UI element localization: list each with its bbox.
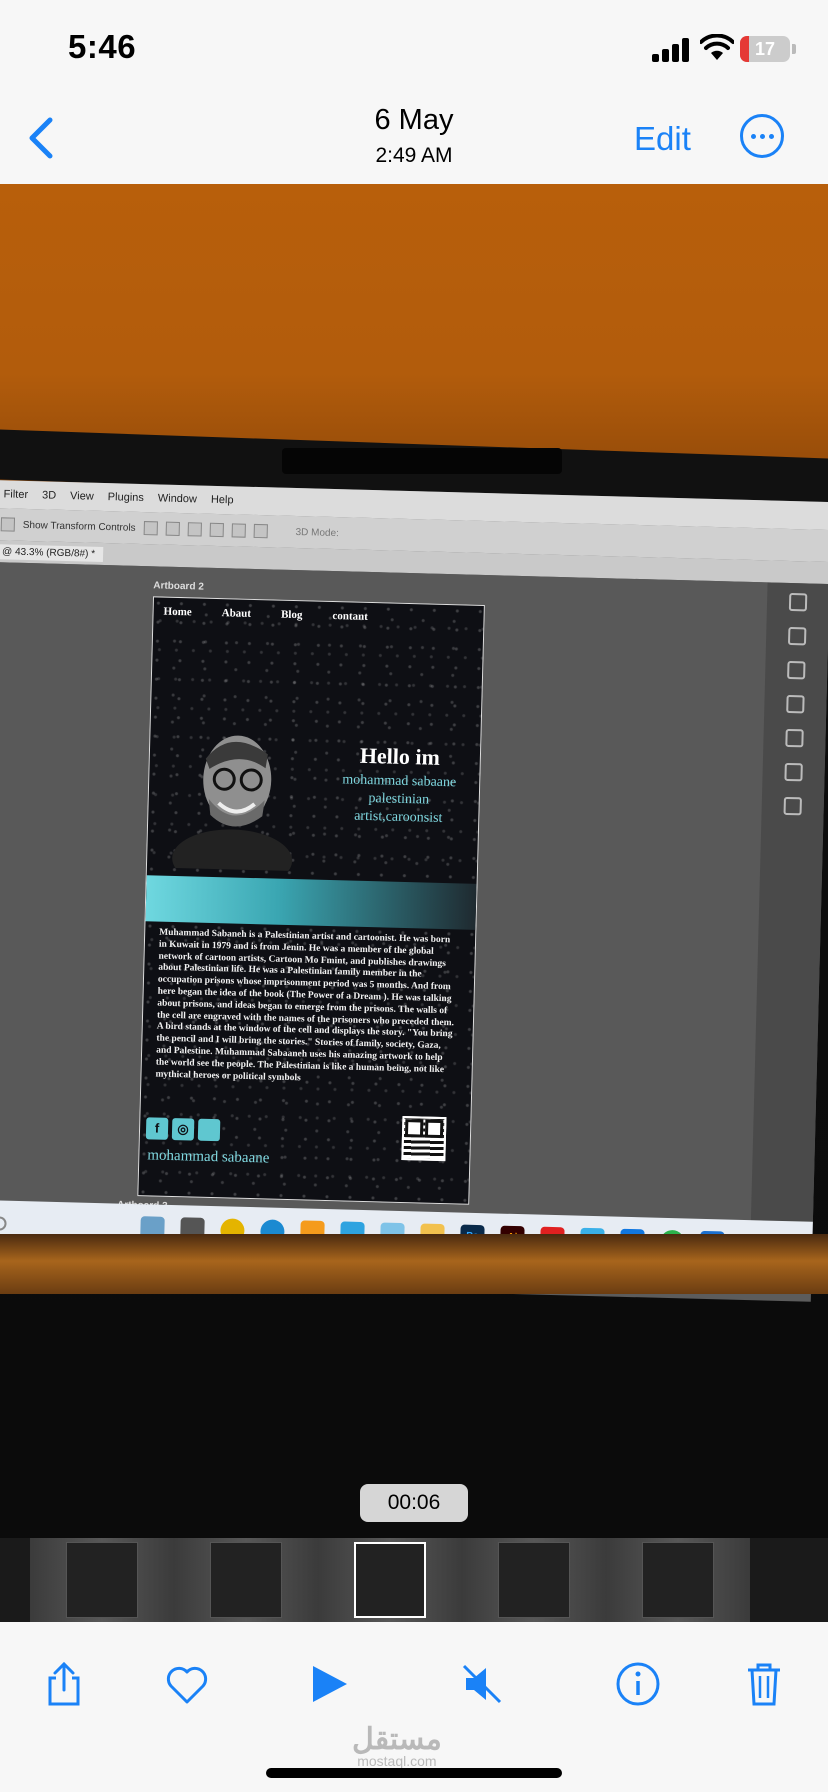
design-nav-about: Abaut [221,607,252,620]
photo-time: 2:49 AM [375,144,453,167]
design-nav-blog: Blog [280,608,303,622]
home-indicator [266,1768,562,1778]
scrubber-frame[interactable] [462,1538,606,1622]
share-icon[interactable] [40,1660,88,1708]
align-icon [187,522,202,537]
delete-icon[interactable] [740,1660,788,1708]
hero-profession: artist,caroonsist [353,808,443,826]
watermark: مستقل mostaql.com [352,1722,442,1769]
menu-item: Filter [3,488,29,501]
design-nav: Home Abaut Blog contant [163,606,368,623]
bottom-toolbar: مستقل mostaql.com [0,1622,828,1792]
instagram-icon: ◎ [171,1117,195,1141]
scrubber-frame[interactable] [174,1538,318,1622]
menu-item: Help [210,493,234,507]
cellular-signal-icon [652,38,690,62]
teal-divider [145,875,477,930]
transform-controls-label: Show Transform Controls [22,519,136,534]
twitter-icon [197,1118,221,1142]
scrubber-frame[interactable] [606,1538,750,1622]
battery-percentage: 17 [754,39,776,59]
align-icon [143,521,158,536]
battery-cap [792,44,796,54]
distribute-icon [231,523,246,538]
distribute-icon [209,522,224,538]
social-links: f ◎ [145,1117,221,1142]
comment-icon [787,626,807,646]
qr-code [401,1116,447,1162]
align-icon [165,521,180,536]
scrubber-frame-current[interactable] [318,1538,462,1622]
panel-icon [788,592,808,612]
artist-portrait [172,735,293,872]
menu-item: Plugins [107,491,144,505]
menu-item: View [69,490,94,503]
distribute-icon [253,523,268,539]
hero-nationality: palestinian [368,791,430,808]
artist-bio: Muhammad Sabaneh is a Palestinian artist… [155,927,455,1083]
play-icon[interactable] [305,1660,353,1708]
info-panel-icon [786,694,805,714]
menu-item: Window [157,492,198,506]
mute-icon[interactable] [458,1660,506,1708]
status-bar: 5:46 17 [0,0,828,96]
monitor-screen: Filter 3D View Plugins Window Help Show … [0,480,828,1302]
edit-button[interactable]: Edit [634,120,691,158]
video-scrubber[interactable] [0,1538,828,1622]
wifi-icon [700,34,734,60]
design-nav-home: Home [163,605,192,619]
facebook-icon: f [145,1117,169,1140]
character-icon [784,762,803,782]
info-icon[interactable] [614,1660,662,1708]
design-nav-contact: contant [332,610,369,623]
hero-greeting: Hello im [359,742,441,770]
battery-icon: 17 [740,36,790,62]
scrubber-frame[interactable] [30,1538,174,1622]
history-icon [787,660,806,680]
artboard-design: Home Abaut Blog contant Hello im mohamma… [137,596,485,1205]
clock: 5:46 [68,28,137,65]
document-tab: @ 43.3% (RGB/8#) * [0,544,104,562]
menu-item: 3D [41,489,57,502]
paragraph-icon [783,796,802,816]
checkbox-icon [0,517,16,532]
3d-mode-label: 3D Mode: [295,526,340,539]
favorite-icon[interactable] [163,1660,211,1708]
search-icon [0,1216,7,1231]
watermark-arabic: مستقل [352,1723,442,1756]
artboard-label: Artboard 2 [153,580,204,593]
monitor-webcam [282,448,562,474]
photo-date: 6 May [374,104,454,136]
navigation-bar: 6 May 2:49 AM Edit [0,96,828,184]
hero-name: mohammad sabaane [342,772,457,791]
watermark-latin: mostaql.com [357,1753,437,1769]
video-frame[interactable]: Filter 3D View Plugins Window Help Show … [0,184,828,1538]
desk-surface [0,1234,828,1294]
more-options-icon[interactable] [740,114,784,158]
video-elapsed-time: 00:06 [360,1484,468,1522]
signature: mohammad sabaane [147,1147,270,1167]
fx-icon [785,728,804,748]
photoshop-canvas: Artboard 2 Home Abaut Blog contant Hello… [0,561,768,1223]
